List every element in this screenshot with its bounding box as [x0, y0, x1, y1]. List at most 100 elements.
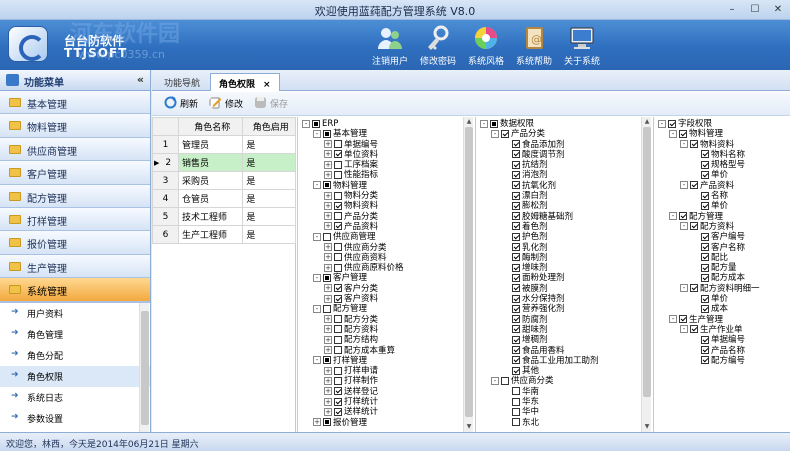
cell-role-enabled[interactable]: 是	[242, 135, 296, 154]
table-row[interactable]: 1 管理员是	[152, 135, 296, 154]
scroll-thumb[interactable]	[465, 127, 473, 417]
tree-checkbox[interactable]	[512, 222, 520, 231]
collapse-icon[interactable]: -	[680, 140, 688, 149]
tree-checkbox[interactable]	[512, 201, 520, 210]
tree-checkbox[interactable]	[512, 387, 520, 396]
tree-checkbox[interactable]	[690, 222, 698, 231]
tree-checkbox[interactable]	[701, 150, 709, 159]
tree-checkbox[interactable]	[334, 315, 342, 324]
tree-checkbox[interactable]	[512, 243, 520, 252]
sidebar-category-4[interactable]: 配方管理	[0, 184, 150, 208]
tree-checkbox[interactable]	[512, 181, 520, 190]
tree-checkbox[interactable]	[701, 356, 709, 365]
tree-checkbox[interactable]	[323, 304, 331, 313]
expand-icon[interactable]: +	[324, 407, 332, 416]
expand-icon[interactable]: +	[313, 418, 321, 427]
collapse-icon[interactable]: -	[313, 129, 321, 138]
tree-checkbox[interactable]	[334, 397, 342, 406]
tree-checkbox[interactable]	[501, 376, 509, 385]
tree-checkbox[interactable]	[501, 129, 509, 138]
system-style-button[interactable]: 系统风格	[466, 22, 506, 68]
tree-checkbox[interactable]	[312, 119, 320, 128]
tree-checkbox[interactable]	[323, 356, 331, 365]
tree-checkbox[interactable]	[334, 150, 342, 159]
tree-checkbox[interactable]	[334, 263, 342, 272]
tree-checkbox[interactable]	[490, 119, 498, 128]
close-button[interactable]: ✕	[768, 2, 788, 17]
collapse-sidebar-icon[interactable]: «	[137, 73, 144, 86]
tree-checkbox[interactable]	[701, 304, 709, 313]
expand-icon[interactable]: +	[324, 140, 332, 149]
sidebar-category-3[interactable]: 客户管理	[0, 161, 150, 185]
tree-checkbox[interactable]	[323, 418, 331, 427]
sidebar-item-1[interactable]: ➜ 角色管理	[0, 324, 150, 345]
cell-role-enabled[interactable]: 是	[242, 153, 296, 172]
tree-checkbox[interactable]	[512, 160, 520, 169]
sidebar-item-4[interactable]: ➜ 系统日志	[0, 387, 150, 408]
tree-checkbox[interactable]	[334, 407, 342, 416]
sidebar-category-1[interactable]: 物料管理	[0, 114, 150, 138]
tree-checkbox[interactable]	[323, 129, 331, 138]
tree-checkbox[interactable]	[512, 356, 520, 365]
cell-role-enabled[interactable]: 是	[242, 225, 296, 244]
expand-icon[interactable]: +	[324, 263, 332, 272]
tree-checkbox[interactable]	[323, 273, 331, 282]
cell-role-name[interactable]: 采购员	[177, 171, 244, 190]
tree-checkbox[interactable]	[690, 284, 698, 293]
tree-checkbox[interactable]	[512, 346, 520, 355]
tree-checkbox[interactable]	[701, 346, 709, 355]
table-row[interactable]: ▶ 2 销售员是	[152, 153, 296, 172]
expand-icon[interactable]: +	[324, 243, 332, 252]
column-role-enabled[interactable]: 角色启用	[242, 117, 296, 136]
cell-role-name[interactable]: 仓管员	[177, 189, 244, 208]
expand-icon[interactable]: +	[324, 191, 332, 200]
tree-checkbox[interactable]	[512, 170, 520, 179]
collapse-icon[interactable]: -	[313, 181, 321, 190]
tree-checkbox[interactable]	[334, 170, 342, 179]
tree-checkbox[interactable]	[701, 263, 709, 272]
tree-checkbox[interactable]	[512, 397, 520, 406]
tree-checkbox[interactable]	[512, 325, 520, 334]
expand-icon[interactable]: +	[324, 376, 332, 385]
tree-checkbox[interactable]	[334, 335, 342, 344]
tree-checkbox[interactable]	[668, 119, 676, 128]
submenu-scroll-thumb[interactable]	[141, 310, 149, 425]
tree-checkbox[interactable]	[512, 407, 520, 416]
sidebar-category-0[interactable]: 基本管理	[0, 91, 150, 115]
tree-checkbox[interactable]	[334, 140, 342, 149]
tree-checkbox[interactable]	[512, 191, 520, 200]
tree-checkbox[interactable]	[334, 294, 342, 303]
about-system-button[interactable]: 关于系统	[560, 22, 604, 68]
sidebar-item-0[interactable]: ➜ 用户资料	[0, 303, 150, 324]
tree-checkbox[interactable]	[512, 366, 520, 375]
table-row[interactable]: 5 技术工程师是	[152, 207, 296, 226]
tree-checkbox[interactable]	[334, 201, 342, 210]
collapse-icon[interactable]: -	[313, 304, 321, 313]
tree-checkbox[interactable]	[334, 387, 342, 396]
tree-checkbox[interactable]	[512, 253, 520, 262]
expand-icon[interactable]: +	[324, 201, 332, 210]
table-row[interactable]: 3 采购员是	[152, 171, 296, 190]
tree-checkbox[interactable]	[679, 129, 687, 138]
collapse-icon[interactable]: -	[313, 232, 321, 241]
tab-function-nav[interactable]: 功能导航	[156, 73, 208, 91]
system-help-button[interactable]: @ 系统帮助	[514, 22, 554, 68]
cell-role-name[interactable]: 生产工程师	[177, 225, 244, 244]
sidebar-category-7[interactable]: 生产管理	[0, 254, 150, 279]
tree-checkbox[interactable]	[334, 346, 342, 355]
expand-icon[interactable]: +	[324, 335, 332, 344]
tree-checkbox[interactable]	[512, 140, 520, 149]
tree-checkbox[interactable]	[323, 232, 331, 241]
collapse-icon[interactable]: -	[680, 284, 688, 293]
tree-checkbox[interactable]	[334, 212, 342, 221]
cell-role-name[interactable]: 销售员	[177, 153, 244, 172]
collapse-icon[interactable]: -	[680, 222, 688, 231]
sidebar-item-5[interactable]: ➜ 参数设置	[0, 408, 150, 429]
sidebar-category-8[interactable]: 系统管理	[0, 278, 150, 302]
tree-checkbox[interactable]	[690, 140, 698, 149]
submenu-scrollbar[interactable]	[139, 302, 149, 433]
tree-checkbox[interactable]	[512, 273, 520, 282]
expand-icon[interactable]: +	[324, 387, 332, 396]
cell-role-enabled[interactable]: 是	[242, 171, 296, 190]
tree-checkbox[interactable]	[334, 325, 342, 334]
